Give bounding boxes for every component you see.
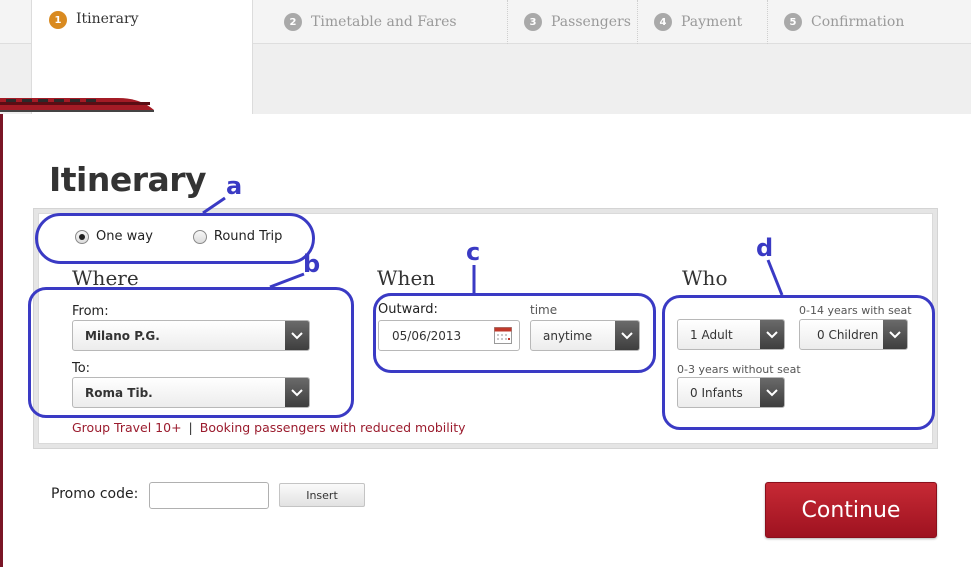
promo-code-label: Promo code:	[51, 486, 139, 502]
reduced-mobility-link[interactable]: Booking passengers with reduced mobility	[200, 420, 466, 435]
annotation-label-b: b	[303, 250, 321, 278]
step-label: Passengers	[551, 14, 631, 30]
page-title: Itinerary	[49, 160, 207, 199]
extra-links: Group Travel 10+ | Booking passengers wi…	[72, 420, 466, 435]
step-passengers[interactable]: 3 Passengers	[508, 0, 638, 44]
annotation-box-c	[373, 293, 656, 373]
link-separator: |	[188, 420, 193, 435]
who-heading: Who	[682, 266, 728, 290]
group-travel-link[interactable]: Group Travel 10+	[72, 420, 182, 435]
train-icon	[0, 98, 154, 112]
step-confirmation[interactable]: 5 Confirmation	[768, 0, 971, 44]
step-number: 1	[49, 11, 67, 29]
step-number: 2	[284, 13, 302, 31]
insert-promo-button[interactable]: Insert	[279, 483, 365, 507]
when-heading: When	[377, 266, 436, 290]
step-label: Payment	[681, 14, 743, 30]
step-number: 5	[784, 13, 802, 31]
step-bar: 1 Itinerary 2 Timetable and Fares 3 Pass…	[0, 0, 971, 114]
annotation-label-d: d	[756, 234, 774, 262]
step-number: 4	[654, 13, 672, 31]
booking-page: 1 Itinerary 2 Timetable and Fares 3 Pass…	[0, 0, 971, 567]
annotation-box-b	[28, 287, 354, 418]
step-label: Confirmation	[811, 14, 905, 30]
annotation-label-a: a	[226, 172, 243, 200]
continue-button[interactable]: Continue	[765, 482, 937, 538]
step-timetable-fares[interactable]: 2 Timetable and Fares	[253, 0, 508, 44]
step-label: Timetable and Fares	[311, 14, 457, 30]
step-label: Itinerary	[76, 11, 139, 27]
annotation-box-a	[35, 213, 315, 264]
left-border-line	[0, 112, 3, 567]
promo-code-input[interactable]	[149, 482, 269, 509]
annotation-label-c: c	[466, 238, 481, 266]
step-payment[interactable]: 4 Payment	[638, 0, 768, 44]
annotation-box-d	[662, 295, 935, 430]
step-number: 3	[524, 13, 542, 31]
